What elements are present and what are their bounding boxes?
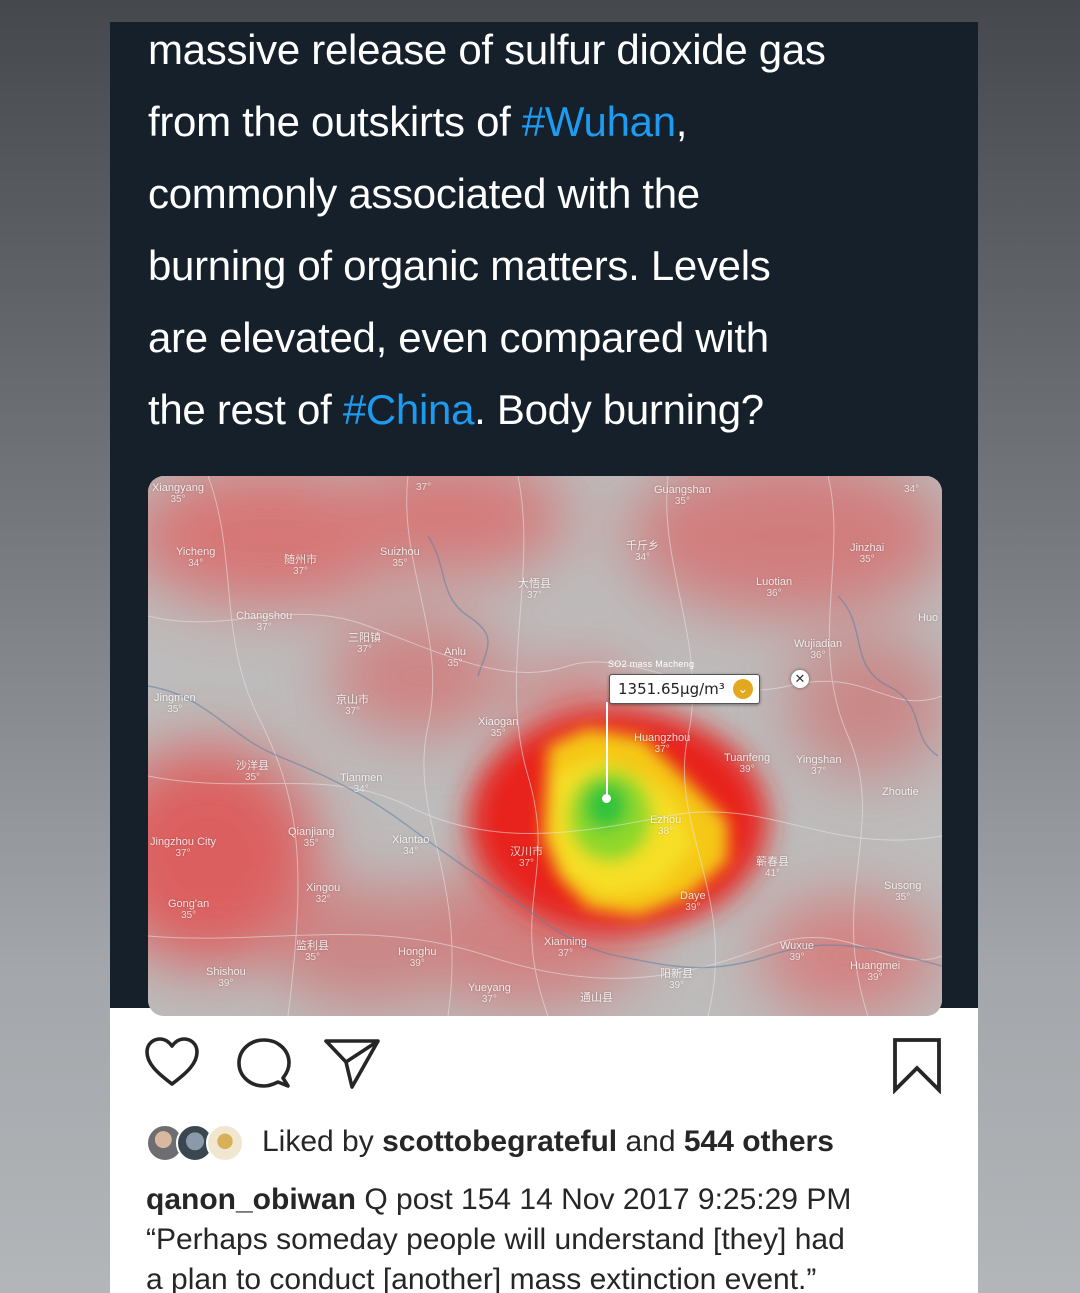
map-label: 沙洋县 35°: [236, 760, 269, 783]
map-label: Tianmen 34°: [340, 772, 383, 795]
bookmark-icon[interactable]: [890, 1036, 944, 1099]
map-label: Zhoutie: [882, 786, 919, 798]
map-label: Honghu 39°: [398, 946, 437, 969]
map-label: Ezhou 38°: [650, 814, 682, 837]
instagram-post: massive release of sulfur dioxide gas fr…: [110, 22, 978, 1293]
post-actions: [110, 1032, 978, 1102]
map-label: 34°: [904, 484, 920, 495]
map-label: Anlu 35°: [444, 646, 467, 669]
liker-username[interactable]: scottobegrateful: [382, 1125, 617, 1158]
close-icon[interactable]: ✕: [791, 670, 809, 688]
caption-line: qanon_obiwan Q post 154 14 Nov 2017 9:25…: [146, 1183, 852, 1216]
map-label: Huangmei 39°: [850, 960, 901, 983]
map-label: Xiangyang 35°: [152, 482, 204, 505]
tweet-line: commonly associated with the: [148, 170, 700, 217]
map-label: 监利县 35°: [296, 940, 329, 963]
map-label: Wuxue 39°: [780, 940, 815, 963]
likes-count[interactable]: 544 others: [684, 1125, 834, 1158]
post-caption: qanon_obiwan Q post 154 14 Nov 2017 9:25…: [146, 1180, 966, 1293]
chevron-down-icon[interactable]: ⌄: [732, 679, 753, 699]
map-label: Luotian 36°: [756, 576, 793, 599]
tweet-line: from the outskirts of #Wuhan,: [148, 98, 688, 145]
so2-value-tooltip[interactable]: 1351.65µg/m³ ⌄: [609, 674, 760, 704]
map-label: 通山县: [580, 992, 613, 1004]
map-label: 蕲春县 41°: [756, 856, 789, 879]
send-icon[interactable]: [322, 1036, 382, 1095]
map-label: 37°: [416, 482, 432, 493]
map-label: Daye 39°: [680, 890, 706, 913]
map-label: 阳新县 39°: [660, 968, 693, 991]
map-label: Xianning 37°: [544, 936, 587, 959]
map-label: Guangshan 35°: [654, 484, 711, 507]
caption-line: “Perhaps someday people will understand …: [146, 1223, 845, 1256]
map-label: Yicheng 34°: [176, 546, 216, 569]
tooltip-pin-line: [606, 702, 608, 798]
map-label: 随州市 37°: [284, 554, 317, 577]
map-label: 三阳镇 37°: [348, 632, 381, 655]
caption-username[interactable]: qanon_obiwan: [146, 1183, 356, 1216]
avatar: [206, 1124, 244, 1162]
tweet-line: burning of organic matters. Levels: [148, 242, 771, 289]
map-label: Yingshan 37°: [796, 754, 842, 777]
map-label: Qianjiang 35°: [288, 826, 335, 849]
map-label: Xingou 32°: [306, 882, 341, 905]
caption-line: a plan to conduct [another] mass extinct…: [146, 1263, 817, 1293]
map-label: 京山市 37°: [336, 694, 369, 717]
tweet-line: massive release of sulfur dioxide gas: [148, 26, 826, 73]
map-label: Huo: [918, 612, 939, 624]
map-label: Shishou 39°: [206, 966, 246, 989]
hashtag-wuhan[interactable]: #Wuhan: [522, 98, 676, 145]
hashtag-china[interactable]: #China: [343, 386, 475, 433]
tweet-screenshot: massive release of sulfur dioxide gas fr…: [110, 22, 978, 1016]
liker-avatars: [146, 1124, 250, 1162]
tweet-line: are elevated, even compared with: [148, 314, 769, 361]
likes-row[interactable]: Liked by scottobegrateful and 544 others: [146, 1120, 966, 1164]
map-label: 汉川市 37°: [510, 846, 543, 869]
map-label: Jingzhou City 37°: [150, 836, 217, 859]
map-label: Changshou 37°: [236, 610, 293, 633]
map-label: Wujiadian 36°: [794, 638, 843, 661]
map-label: Yueyang 37°: [468, 982, 511, 1005]
map-label: Suizhou 35°: [380, 546, 420, 569]
map-label: Jinzhai 35°: [850, 542, 885, 565]
tweet-text: massive release of sulfur dioxide gas fr…: [148, 22, 948, 446]
map-label: Huangzhou 37°: [634, 732, 691, 755]
so2-value: 1351.65µg/m³: [618, 680, 725, 698]
map-label: Jingmen 35°: [154, 692, 196, 715]
map-label: 大悟县 37°: [518, 578, 551, 601]
tweet-line: the rest of #China. Body burning?: [148, 386, 764, 433]
map-label: 千斤乡 34°: [626, 540, 659, 563]
map-label: Gong'an 35°: [168, 898, 210, 921]
map-label: Susong 35°: [884, 880, 922, 903]
map-label: Xiaogan 35°: [478, 716, 519, 739]
heart-icon[interactable]: [144, 1036, 200, 1093]
map-label: Xiantao 34°: [392, 834, 430, 857]
map-label: Tuanfeng 39°: [724, 752, 771, 775]
comment-icon[interactable]: [236, 1036, 292, 1095]
likes-text: Liked by scottobegrateful and 544 others: [262, 1125, 834, 1158]
so2-map[interactable]: Xiangyang 35° Yicheng 34° 随州市 37° Suizhou 35…: [148, 476, 942, 1016]
map-background: [148, 476, 942, 1016]
tooltip-caption: SO2 mass Macheng: [608, 659, 695, 669]
tooltip-pin-dot: [602, 794, 611, 803]
